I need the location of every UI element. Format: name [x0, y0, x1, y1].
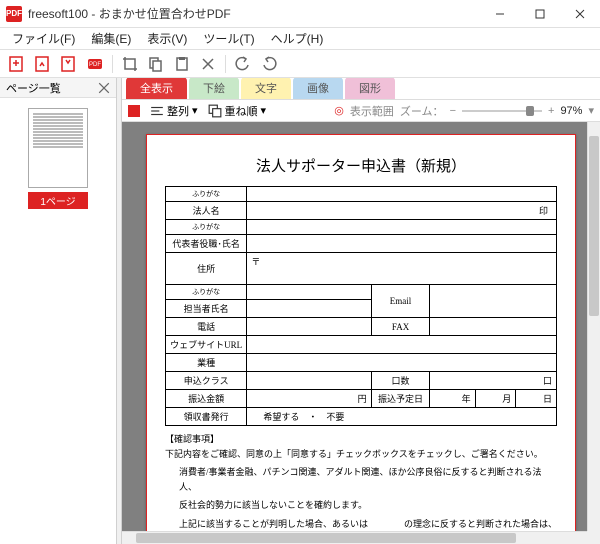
tab-image[interactable]: 画像 — [293, 78, 343, 99]
zoom-value: 97% — [560, 105, 582, 117]
thumbnail-label: 1ページ — [28, 192, 88, 209]
page-thumbnail[interactable] — [28, 108, 88, 188]
menu-view[interactable]: 表示(V) — [139, 28, 195, 49]
window-title: freesoft100 - おまかせ位置合わせPDF — [28, 5, 480, 22]
sidebar: ページ一覧 1ページ — [0, 78, 117, 544]
options-bar: 整列 ▾ 重ね順 ▾ ◎ 表示範囲 ズーム： − + 97% ▾ — [122, 100, 600, 122]
toolbar: PDF — [0, 50, 600, 78]
tab-all[interactable]: 全表示 — [126, 78, 187, 99]
crop-button[interactable] — [119, 53, 141, 75]
align-icon[interactable] — [150, 104, 164, 118]
document-title: 法人サポーター申込書（新規） — [165, 155, 557, 176]
titlebar: PDF freesoft100 - おまかせ位置合わせPDF — [0, 0, 600, 28]
form-table: ふりがな 法人名印 ふりがな 代表者役職･氏名 住所〒 ふりがなEmail 担当… — [165, 186, 557, 426]
menu-file[interactable]: ファイル(F) — [4, 28, 83, 49]
zoom-in-button[interactable]: + — [548, 105, 554, 117]
zoom-out-button[interactable]: − — [450, 105, 456, 117]
tab-under[interactable]: 下絵 — [189, 78, 239, 99]
svg-text:PDF: PDF — [89, 62, 101, 68]
horizontal-scrollbar[interactable] — [122, 531, 587, 544]
menubar: ファイル(F) 編集(E) 表示(V) ツール(T) ヘルプ(H) — [0, 28, 600, 50]
redo-button[interactable] — [258, 53, 280, 75]
tab-strip: 全表示 下絵 文字 画像 図形 — [122, 78, 600, 100]
app-icon: PDF — [6, 6, 22, 22]
pdf-page: 法人サポーター申込書（新規） ふりがな 法人名印 ふりがな 代表者役職･氏名 住… — [146, 134, 576, 544]
tab-text[interactable]: 文字 — [241, 78, 291, 99]
zoom-label: ズーム： — [400, 103, 444, 119]
layer-icon[interactable] — [208, 104, 222, 118]
minimize-button[interactable] — [480, 0, 520, 28]
save-button[interactable] — [58, 53, 80, 75]
sidebar-title: ページ一覧 — [6, 80, 61, 96]
fill-color-icon[interactable] — [128, 105, 140, 117]
arrange-label[interactable]: 整列 — [167, 103, 189, 119]
menu-tools[interactable]: ツール(T) — [195, 28, 262, 49]
dropdown-icon[interactable]: ▾ — [261, 104, 267, 117]
maximize-button[interactable] — [520, 0, 560, 28]
pdf-button[interactable]: PDF — [84, 53, 106, 75]
vertical-scrollbar[interactable] — [587, 122, 600, 531]
tab-shape[interactable]: 図形 — [345, 78, 395, 99]
menu-help[interactable]: ヘルプ(H) — [263, 28, 332, 49]
close-button[interactable] — [560, 0, 600, 28]
scroll-corner — [587, 531, 600, 544]
display-range-icon: ◎ — [334, 104, 344, 117]
sidebar-close-icon[interactable] — [98, 82, 110, 94]
copy-button[interactable] — [145, 53, 167, 75]
confirm-text: 下記内容をご確認、同意の上「同意する」チェックボックスをチェックし、ご署名くださ… — [165, 447, 557, 544]
dropdown-icon[interactable]: ▾ — [588, 104, 594, 117]
menu-edit[interactable]: 編集(E) — [83, 28, 139, 49]
dropdown-icon[interactable]: ▾ — [192, 104, 198, 117]
paste-button[interactable] — [171, 53, 193, 75]
pdf-viewport[interactable]: 法人サポーター申込書（新規） ふりがな 法人名印 ふりがな 代表者役職･氏名 住… — [122, 122, 600, 544]
layer-label[interactable]: 重ね順 — [225, 103, 258, 119]
delete-button[interactable] — [197, 53, 219, 75]
sidebar-header: ページ一覧 — [0, 78, 116, 98]
zoom-slider[interactable] — [462, 110, 542, 112]
undo-button[interactable] — [232, 53, 254, 75]
new-button[interactable] — [6, 53, 28, 75]
confirm-heading: 【確認事項】 — [165, 432, 557, 445]
open-button[interactable] — [32, 53, 54, 75]
display-range-label[interactable]: 表示範囲 — [350, 103, 394, 119]
